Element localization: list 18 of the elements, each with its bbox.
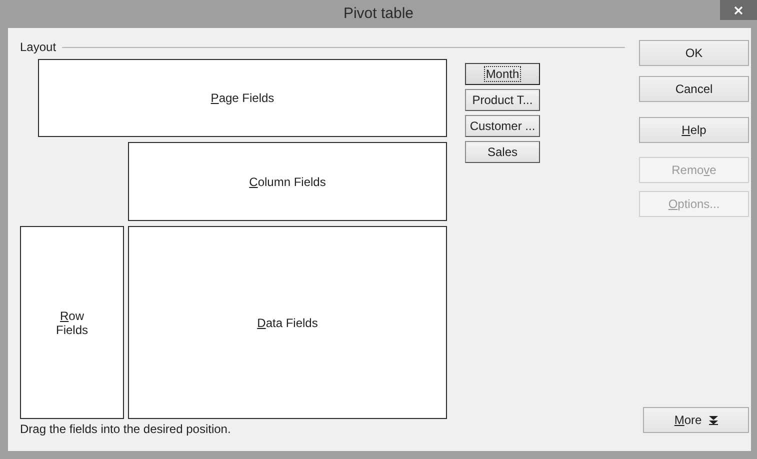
double-chevron-down-icon	[708, 416, 718, 424]
dialog-button[interactable]: OK	[639, 40, 749, 66]
group-label: Layout	[20, 40, 56, 54]
dialog-button[interactable]: Cancel	[639, 76, 749, 102]
drop-area[interactable]: Row Fields	[20, 226, 124, 419]
field-button[interactable]: Product T...	[465, 89, 540, 111]
more-button[interactable]: More	[643, 407, 749, 433]
field-button[interactable]: Customer ...	[465, 115, 540, 137]
field-button[interactable]: Sales	[465, 141, 540, 163]
close-icon	[734, 6, 743, 14]
field-button[interactable]: Month	[465, 63, 540, 85]
dialog-button[interactable]: Help	[639, 117, 749, 143]
drop-area[interactable]: Page Fields	[38, 59, 447, 137]
hint-text: Drag the fields into the desired position.	[20, 422, 232, 438]
close-button[interactable]	[720, 0, 757, 20]
drop-area[interactable]: Data Fields	[128, 226, 447, 419]
drop-area[interactable]: Column Fields	[128, 142, 447, 221]
window-title: Pivot table	[342, 4, 415, 22]
